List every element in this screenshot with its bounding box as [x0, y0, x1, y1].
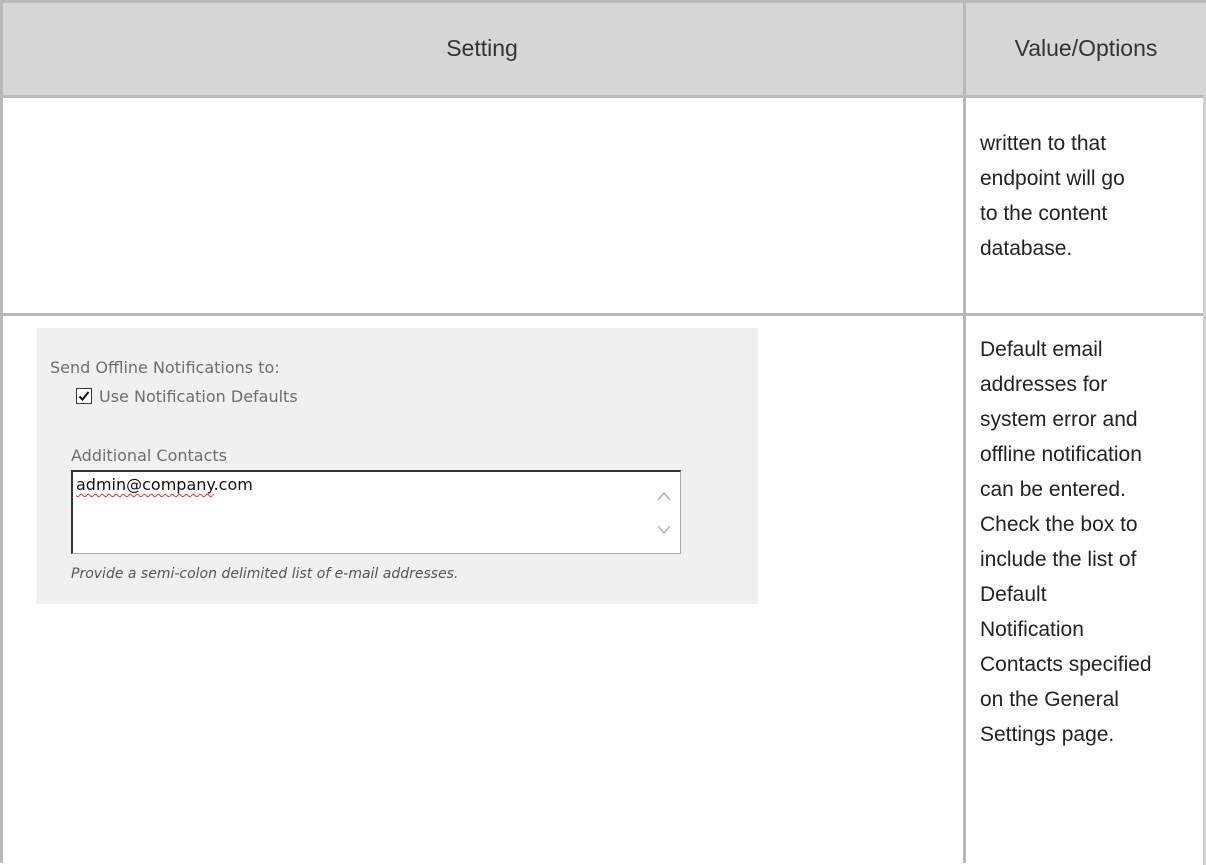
text-line: offline notification [980, 443, 1142, 466]
text-line: Contacts specified [980, 653, 1152, 676]
text-line: include the list of [980, 548, 1137, 571]
text-line: can be entered. [980, 478, 1126, 501]
column-divider [963, 0, 966, 863]
text-line: database. [980, 237, 1073, 260]
contacts-value: admin@company.com [76, 475, 253, 494]
text-line: addresses for [980, 373, 1108, 396]
header-setting: Setting [446, 35, 518, 61]
header-divider [0, 95, 1206, 98]
contacts-hint-text: Provide a semi-colon delimited list of e… [71, 566, 459, 582]
row2-value-text: Default email addresses for system error… [980, 332, 1152, 752]
chevron-down-icon[interactable] [656, 524, 672, 536]
text-line: Default email [980, 338, 1103, 361]
text-line: written to that [980, 132, 1107, 155]
spellcheck-flagged-text: admin@company [76, 475, 214, 494]
contacts-value-suffix: .com [213, 475, 253, 494]
text-line: endpoint will go [980, 167, 1125, 190]
chevron-up-icon[interactable] [656, 490, 672, 502]
use-notification-defaults-label[interactable]: Use Notification Defaults [99, 387, 298, 406]
text-line: system error and [980, 408, 1138, 431]
additional-contacts-label: Additional Contacts [71, 446, 227, 465]
text-line: Default [980, 583, 1047, 606]
text-line: Notification [980, 618, 1084, 641]
text-line: on the General [980, 688, 1119, 711]
table-header-row: Setting Value/Options [0, 0, 1206, 97]
row1-value-text: written to that endpoint will go to the … [980, 126, 1125, 266]
row-divider [0, 313, 1206, 316]
additional-contacts-textarea[interactable]: admin@company.com [71, 470, 681, 554]
checkmark-icon [78, 391, 90, 401]
text-line: Settings page. [980, 723, 1115, 746]
use-notification-defaults-checkbox[interactable] [76, 388, 92, 404]
send-offline-label: Send Offline Notifications to: [50, 358, 280, 377]
text-line: to the content [980, 202, 1108, 225]
table-left-border [0, 0, 3, 863]
text-line: Check the box to [980, 513, 1138, 536]
table-top-border [0, 0, 1206, 3]
settings-table: Setting Value/Options written to that en… [0, 0, 1206, 865]
header-value-options: Value/Options [1014, 35, 1158, 61]
